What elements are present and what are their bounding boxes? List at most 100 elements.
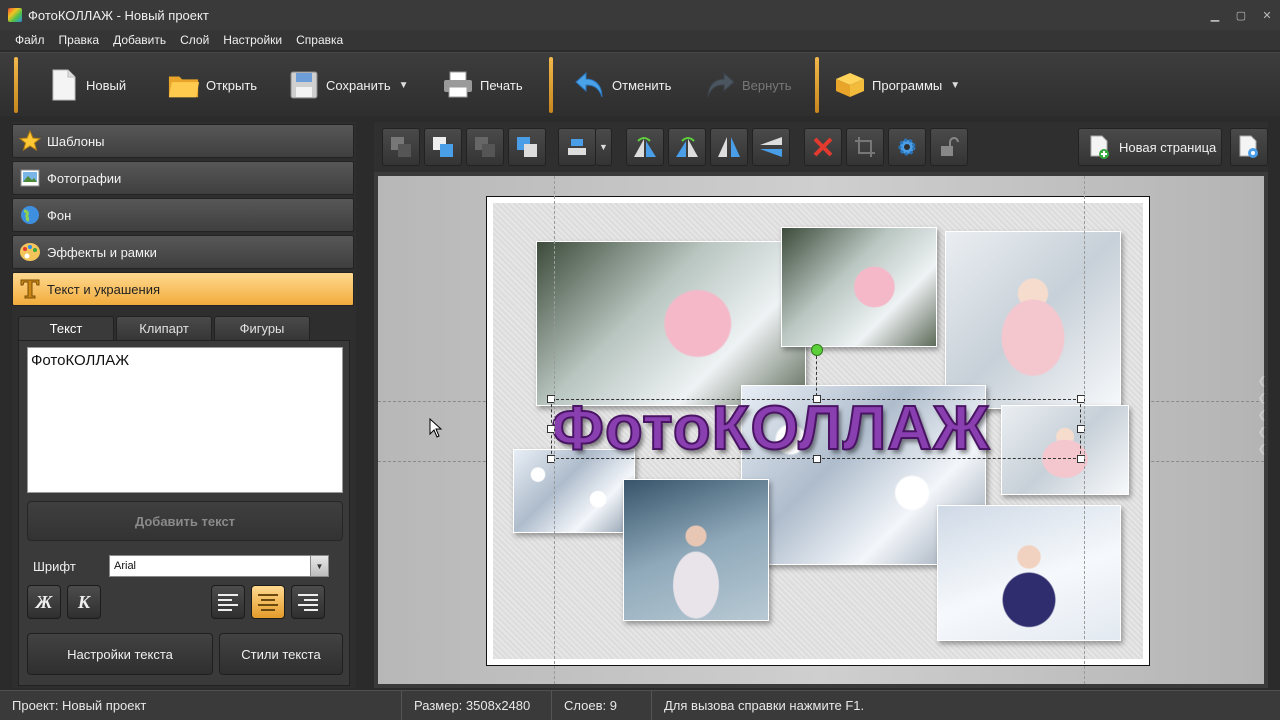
collage-photo-child-blue[interactable] xyxy=(937,505,1121,641)
tab-text[interactable]: Текст xyxy=(18,316,114,340)
tabs: Текст Клипарт Фигуры xyxy=(18,316,350,340)
box-icon xyxy=(834,69,866,101)
new-page-icon xyxy=(1090,135,1109,159)
lock-button[interactable] xyxy=(930,128,968,166)
rotate-right-button[interactable] xyxy=(668,128,706,166)
text-icon xyxy=(19,278,41,300)
align-objects-button[interactable] xyxy=(558,128,596,166)
bring-to-front-button[interactable] xyxy=(424,128,462,166)
undo-button[interactable]: Отменить xyxy=(574,61,671,109)
menu-layer[interactable]: Слой xyxy=(173,33,216,47)
save-dropdown-caret-icon[interactable]: ▼ xyxy=(399,80,409,91)
menu-add[interactable]: Добавить xyxy=(106,33,173,47)
programs-button[interactable]: Программы ▼ xyxy=(834,61,960,109)
section-templates[interactable]: Шаблоны xyxy=(12,124,354,158)
open-label: Открыть xyxy=(206,77,258,93)
close-button[interactable]: ✕ xyxy=(1254,0,1280,30)
font-select-value: Arial xyxy=(114,560,137,572)
guide-line xyxy=(1084,176,1085,684)
section-text-decor[interactable]: Текст и украшения xyxy=(12,272,354,306)
text-settings-button[interactable]: Настройки текста xyxy=(27,633,213,675)
font-select[interactable]: Arial ▼ xyxy=(109,555,329,577)
italic-button[interactable]: К xyxy=(67,585,101,619)
resize-handle[interactable] xyxy=(813,395,821,403)
status-project: Проект: Новый проект xyxy=(0,690,402,720)
status-layers: Слоев: 9 xyxy=(552,690,652,720)
close-icon: ✕ xyxy=(1262,9,1272,22)
resize-handle[interactable] xyxy=(813,455,821,463)
toolbar-separator xyxy=(14,57,18,113)
section-templates-label: Шаблоны xyxy=(47,133,105,149)
menu-help[interactable]: Справка xyxy=(289,33,350,47)
chevron-left-icon: ❮ xyxy=(1257,427,1266,438)
align-dropdown-button[interactable]: ▼ xyxy=(596,128,612,166)
status-size: Размер: 3508x2480 xyxy=(402,690,552,720)
page-settings-button[interactable] xyxy=(1230,128,1268,166)
redo-arrow-icon xyxy=(704,69,736,101)
section-background-label: Фон xyxy=(47,207,72,223)
bring-forward-icon xyxy=(517,137,537,157)
properties-button[interactable] xyxy=(888,128,926,166)
chevron-down-icon[interactable]: ▼ xyxy=(310,556,328,576)
guide-line xyxy=(554,176,555,684)
collage-photo-child-hat[interactable] xyxy=(945,231,1121,409)
add-text-button[interactable]: Добавить текст xyxy=(27,501,343,541)
canvas-area: ▼ Новая страница ФотоКОЛЛАЖ xyxy=(374,122,1268,688)
align-right-button[interactable] xyxy=(291,585,325,619)
section-effects[interactable]: Эффекты и рамки xyxy=(12,235,354,269)
section-background[interactable]: Фон xyxy=(12,198,354,232)
redo-button[interactable]: Вернуть xyxy=(704,61,792,109)
side-panel-toggle[interactable]: ❮ ❮ ❮ ❮ ❮ xyxy=(1258,376,1266,455)
rotate-handle[interactable] xyxy=(811,344,823,356)
programs-dropdown-caret-icon[interactable]: ▼ xyxy=(950,80,960,91)
rotate-left-button[interactable] xyxy=(626,128,664,166)
menu-file[interactable]: Файл xyxy=(8,33,52,47)
collage-page[interactable]: ФотоКОЛЛАЖ xyxy=(486,196,1150,666)
minimize-button[interactable]: ▁ xyxy=(1202,0,1228,30)
maximize-button[interactable]: ▢ xyxy=(1228,0,1254,30)
save-button[interactable]: Сохранить ▼ xyxy=(288,61,409,109)
folder-icon xyxy=(168,69,200,101)
tab-clipart[interactable]: Клипарт xyxy=(116,316,212,340)
collage-photo-woman-arms[interactable] xyxy=(623,479,769,621)
text-styles-button[interactable]: Стили текста xyxy=(219,633,343,675)
open-button[interactable]: Открыть xyxy=(168,61,257,109)
menu-edit[interactable]: Правка xyxy=(52,33,107,47)
section-text-decor-label: Текст и украшения xyxy=(47,281,161,297)
send-to-back-button[interactable] xyxy=(382,128,420,166)
globe-icon xyxy=(19,204,41,226)
palette-icon xyxy=(19,241,41,263)
new-button[interactable]: Новый xyxy=(48,61,126,109)
tab-shapes[interactable]: Фигуры xyxy=(214,316,310,340)
send-backward-icon xyxy=(475,137,495,157)
align-left-icon xyxy=(218,593,238,611)
collage-photo-child-sled[interactable] xyxy=(781,227,937,347)
bold-button[interactable]: Ж xyxy=(27,585,61,619)
flip-horizontal-button[interactable] xyxy=(710,128,748,166)
align-center-button[interactable] xyxy=(251,585,285,619)
print-label: Печать xyxy=(480,77,523,93)
align-right-icon xyxy=(298,593,318,611)
font-row: Шрифт Arial ▼ xyxy=(27,553,343,579)
send-backward-button[interactable] xyxy=(466,128,504,166)
flip-vertical-button[interactable] xyxy=(752,128,790,166)
delete-button[interactable] xyxy=(804,128,842,166)
text-input[interactable]: ФотоКОЛЛАЖ xyxy=(27,347,343,493)
status-bar: Проект: Новый проект Размер: 3508x2480 С… xyxy=(0,690,1280,720)
gear-icon xyxy=(898,138,916,156)
menu-settings[interactable]: Настройки xyxy=(216,33,289,47)
new-page-button[interactable]: Новая страница xyxy=(1078,128,1222,166)
left-panel: Шаблоны Фотографии Фон Эффекты и рамки Т… xyxy=(12,122,356,688)
align-left-button[interactable] xyxy=(211,585,245,619)
collage-photo-dog-child[interactable] xyxy=(536,241,806,406)
section-photos[interactable]: Фотографии xyxy=(12,161,354,195)
section-effects-label: Эффекты и рамки xyxy=(47,244,157,260)
crop-button[interactable] xyxy=(846,128,884,166)
save-label: Сохранить xyxy=(326,77,391,93)
print-button[interactable]: Печать xyxy=(442,61,523,109)
canvas-stage[interactable]: ФотоКОЛЛАЖ xyxy=(378,176,1264,684)
chevron-left-icon: ❮ xyxy=(1257,444,1266,455)
minimize-icon: ▁ xyxy=(1210,9,1220,22)
bring-forward-button[interactable] xyxy=(508,128,546,166)
font-label: Шрифт xyxy=(33,558,76,574)
